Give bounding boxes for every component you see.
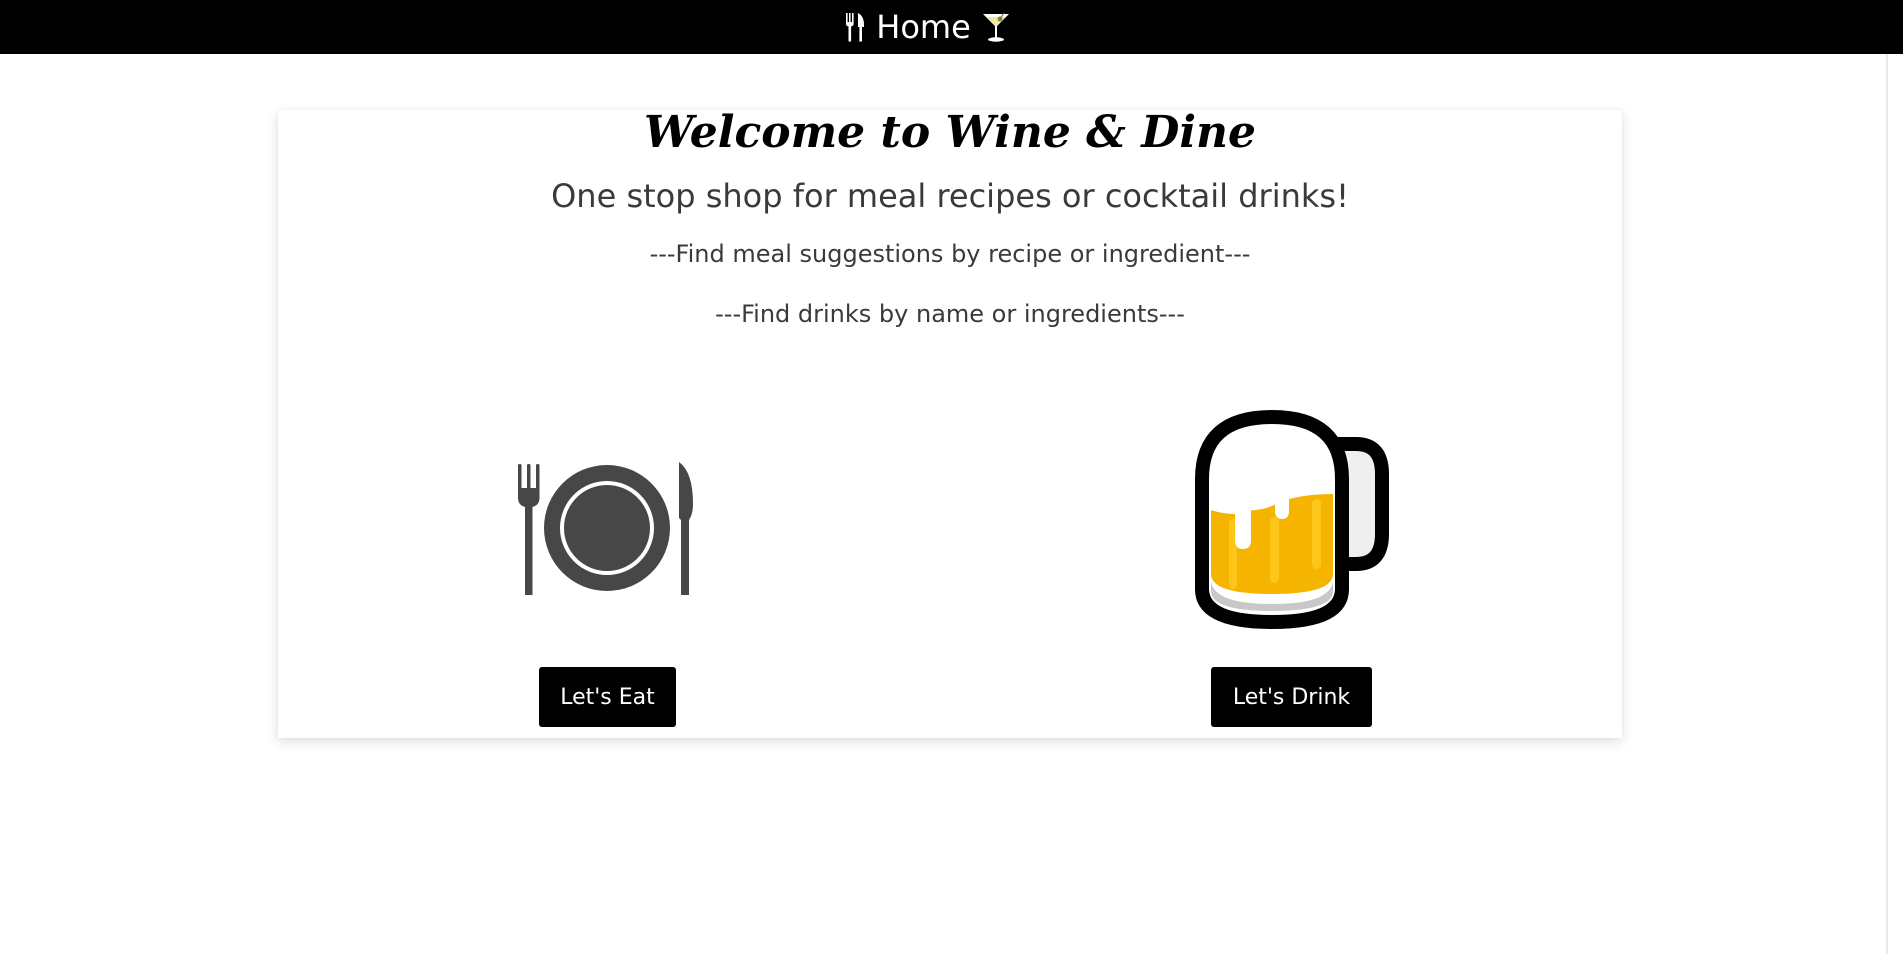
cocktail-glass-icon [981,11,1011,43]
page-subtitle: One stop shop for meal recipes or cockta… [551,177,1349,215]
page-title: Welcome to Wine & Dine [643,107,1257,158]
plate-cutlery-icon [515,462,697,598]
lets-drink-button[interactable]: Let's Drink [1211,667,1372,727]
welcome-card: Welcome to Wine & Dine One stop shop for… [278,107,1622,738]
beer-mug-icon [1184,399,1396,637]
home-nav-link[interactable]: Home [844,8,1011,46]
meal-search-description: ---Find meal suggestions by recipe or in… [649,240,1251,268]
lets-eat-button[interactable]: Let's Eat [539,667,676,727]
fork-knife-icon [844,11,866,43]
nav-title: Home [876,8,971,46]
top-navbar: Home [0,0,1903,54]
page-edge-divider [1886,54,1888,954]
drink-search-description: ---Find drinks by name or ingredients--- [715,300,1185,328]
